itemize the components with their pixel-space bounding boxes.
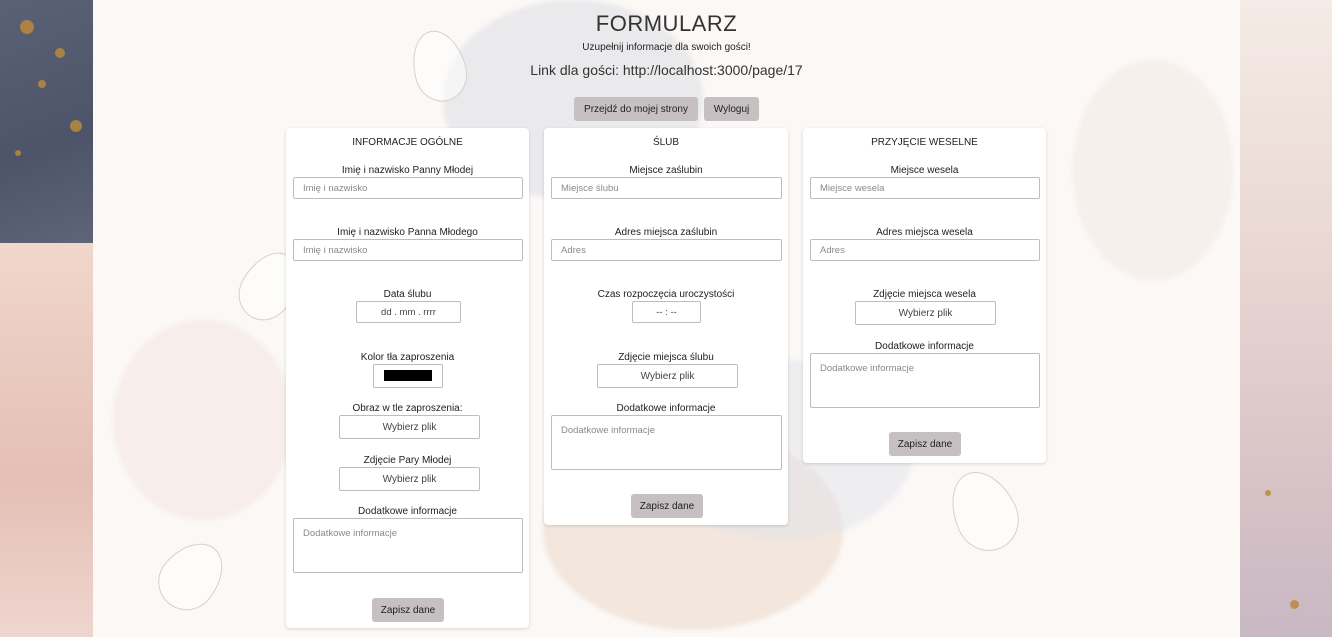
reception-card: PRZYJĘCIE WESELNE Miejsce wesela Miejsce… — [803, 128, 1046, 463]
reception-photo-file-button[interactable]: Wybierz plik — [855, 301, 996, 325]
ceremony-photo-file-button[interactable]: Wybierz plik — [597, 364, 738, 388]
reception-place-label: Miejsce wesela — [890, 165, 959, 176]
bride-name-input[interactable]: Imię i nazwisko — [293, 177, 523, 199]
bg-image-label: Obraz w tle zaproszenia: — [352, 403, 463, 414]
gold-speck — [1290, 600, 1299, 609]
ceremony-place-label: Miejsce zaślubin — [629, 165, 703, 176]
extra-info-textarea[interactable]: Dodatkowe informacje — [293, 518, 523, 573]
ceremony-time-label: Czas rozpoczęcia uroczystości — [597, 289, 735, 300]
wedding-card: ŚLUB Miejsce zaślubin Miejsce ślubu Adre… — [544, 128, 788, 525]
gold-speck — [55, 48, 65, 58]
gold-speck — [70, 120, 82, 132]
ceremony-photo-label: Zdjęcie miejsca ślubu — [618, 352, 714, 363]
my-page-button[interactable]: Przejdź do mojej strony — [574, 97, 698, 121]
extra-info-label: Dodatkowe informacje — [358, 506, 457, 517]
gold-speck — [15, 150, 21, 156]
ceremony-address-input[interactable]: Adres — [551, 239, 782, 261]
save-button[interactable]: Zapisz dane — [889, 432, 961, 456]
ceremony-time-input[interactable]: -- : -- — [632, 301, 701, 323]
guest-link: Link dla gości: http://localhost:3000/pa… — [530, 62, 803, 78]
extra-info-label: Dodatkowe informacje — [875, 341, 974, 352]
color-label: Kolor tła zaproszenia — [360, 352, 455, 363]
background-decoration-floral — [1240, 0, 1332, 637]
reception-address-input[interactable]: Adres — [810, 239, 1040, 261]
ceremony-place-input[interactable]: Miejsce ślubu — [551, 177, 782, 199]
logout-button[interactable]: Wyloguj — [704, 97, 759, 121]
wedding-date-input[interactable]: dd . mm . rrrr — [356, 301, 461, 323]
gold-speck — [38, 80, 46, 88]
general-info-card: INFORMACJE OGÓLNE Imię i nazwisko Panny … — [286, 128, 529, 628]
card-title: INFORMACJE OGÓLNE — [352, 137, 463, 148]
page-subtitle: Uzupełnij informacje dla swoich gości! — [582, 42, 751, 53]
ceremony-address-label: Adres miejsca zaślubin — [614, 227, 718, 238]
extra-info-textarea[interactable]: Dodatkowe informacje — [810, 353, 1040, 408]
extra-info-label: Dodatkowe informacje — [616, 403, 716, 414]
card-title: ŚLUB — [652, 137, 680, 148]
bg-image-file-button[interactable]: Wybierz plik — [339, 415, 480, 439]
save-button[interactable]: Zapisz dane — [372, 598, 444, 622]
reception-address-label: Adres miejsca wesela — [876, 227, 973, 238]
reception-place-input[interactable]: Miejsce wesela — [810, 177, 1040, 199]
bride-label: Imię i nazwisko Panny Młodej — [341, 165, 474, 176]
color-swatch — [384, 370, 432, 381]
page-title: FORMULARZ — [595, 11, 738, 36]
extra-info-textarea[interactable]: Dodatkowe informacje — [551, 415, 782, 470]
groom-name-input[interactable]: Imię i nazwisko — [293, 239, 523, 261]
save-button[interactable]: Zapisz dane — [631, 494, 703, 518]
background-color-picker[interactable] — [373, 364, 443, 388]
gold-speck — [1265, 490, 1271, 496]
couple-photo-label: Zdjęcie Pary Młodej — [363, 455, 452, 466]
background-decoration-pink — [0, 243, 93, 637]
groom-label: Imię i nazwisko Panna Młodego — [337, 227, 478, 238]
reception-photo-label: Zdjęcie miejsca wesela — [873, 289, 976, 300]
date-label: Data ślubu — [383, 289, 432, 300]
gold-speck — [20, 20, 34, 34]
card-title: PRZYJĘCIE WESELNE — [871, 137, 978, 148]
couple-photo-file-button[interactable]: Wybierz plik — [339, 467, 480, 491]
